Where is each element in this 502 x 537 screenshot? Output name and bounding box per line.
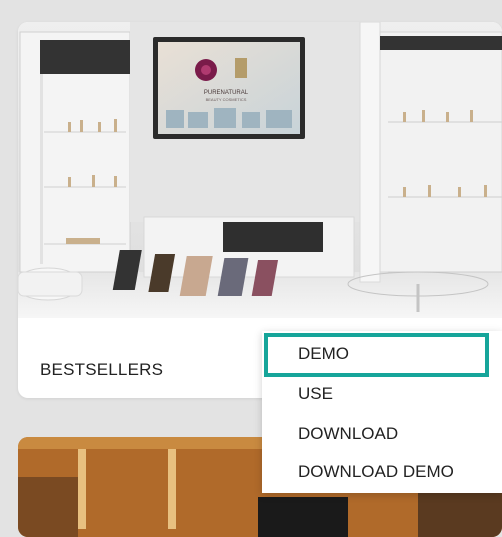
menu-item-demo[interactable]: DEMO — [262, 334, 502, 374]
menu-item-download[interactable]: DOWNLOAD — [262, 414, 502, 454]
menu-item-download-demo[interactable]: DOWNLOAD DEMO — [262, 452, 502, 492]
card-title: BESTSELLERS — [40, 360, 164, 379]
svg-text:PURENATURAL: PURENATURAL — [204, 90, 249, 96]
context-menu: DEMO USE DOWNLOAD DOWNLOAD DEMO — [262, 331, 502, 493]
menu-item-use[interactable]: USE — [262, 374, 502, 414]
svg-text:BEAUTY COSMETICS: BEAUTY COSMETICS — [206, 97, 247, 102]
showroom-image[interactable]: PURENATURAL BEAUTY COSMETICS — [18, 22, 502, 318]
